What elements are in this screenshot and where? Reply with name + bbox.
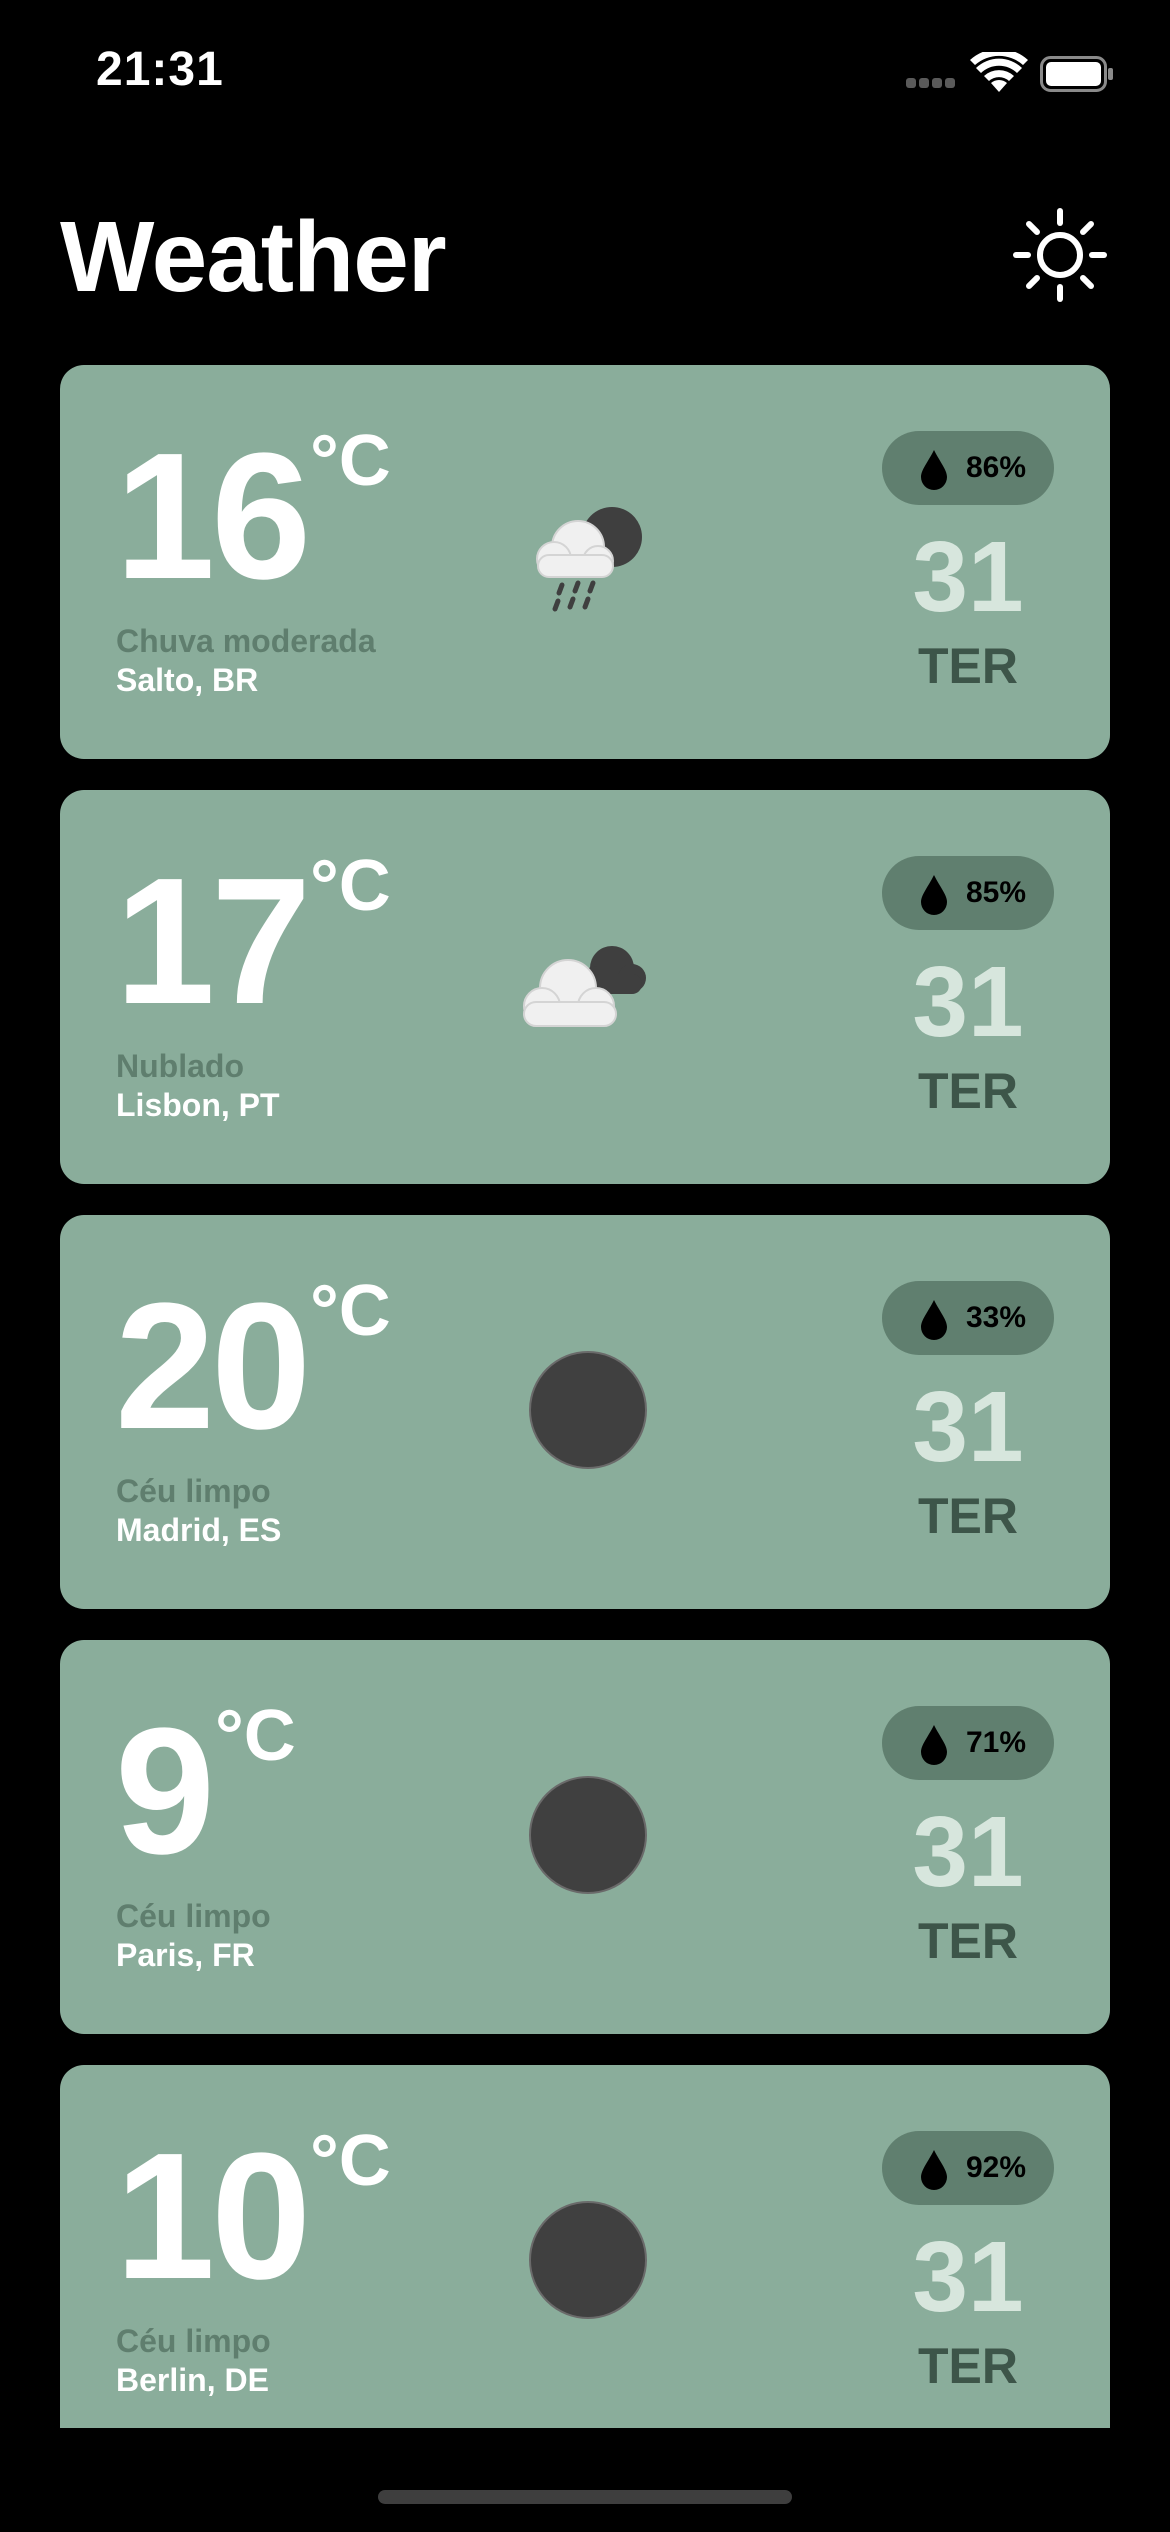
clear-night-icon — [529, 2201, 647, 2319]
rain-cloud-icon — [536, 507, 642, 612]
water-drop-icon — [921, 1300, 947, 1340]
page-title: Weather — [60, 201, 447, 313]
city-name: Lisbon, PT — [116, 1087, 280, 1123]
water-drop-icon — [921, 875, 947, 915]
weather-condition: Céu limpo — [116, 2323, 271, 2359]
water-drop-icon — [921, 2150, 947, 2190]
water-drop-icon — [921, 1725, 947, 1765]
cloudy-icon — [523, 946, 646, 1027]
water-drop-icon — [921, 450, 947, 490]
humidity-badge: 33% — [882, 1281, 1054, 1355]
cellular-signal-icon — [906, 78, 960, 92]
day-number: 31 — [912, 1796, 1024, 1908]
humidity-badge: 85% — [882, 856, 1054, 930]
humidity-value: 33% — [966, 1301, 1027, 1334]
temperature-unit: °C — [310, 846, 391, 926]
temperature-value: 9 — [115, 1691, 215, 1892]
clear-night-icon — [529, 1776, 647, 1894]
weather-condition: Chuva moderada — [116, 623, 376, 659]
weather-condition: Céu limpo — [116, 1898, 271, 1934]
weather-card[interactable]: 10 °C Céu limpo Berlin, DE 92% 31 TER — [60, 2065, 1110, 2428]
temperature-unit: °C — [310, 2121, 391, 2201]
temperature-value: 10 — [115, 2116, 311, 2317]
weather-card-list[interactable]: 16 °C Chuva moderada Salto, BR 86% 31 TE… — [60, 365, 1110, 2428]
day-name: TER — [918, 1063, 1018, 1119]
temperature-unit: °C — [310, 1271, 391, 1351]
day-number: 31 — [912, 2221, 1024, 2333]
day-number: 31 — [912, 1371, 1024, 1483]
temperature-value: 20 — [115, 1266, 311, 1467]
weather-card[interactable]: 16 °C Chuva moderada Salto, BR 86% 31 TE… — [60, 365, 1110, 759]
weather-condition: Nublado — [116, 1048, 244, 1084]
day-number: 31 — [912, 946, 1024, 1058]
humidity-badge: 92% — [882, 2131, 1054, 2205]
day-name: TER — [918, 638, 1018, 694]
temperature-value: 16 — [115, 416, 311, 617]
humidity-value: 92% — [966, 2151, 1027, 2184]
weather-condition: Céu limpo — [116, 1473, 271, 1509]
sun-icon[interactable] — [1010, 205, 1110, 305]
day-name: TER — [918, 1913, 1018, 1969]
humidity-badge: 71% — [882, 1706, 1054, 1780]
day-number: 31 — [912, 521, 1024, 633]
status-time: 21:31 — [96, 43, 224, 96]
temperature-unit: °C — [310, 421, 391, 501]
day-name: TER — [918, 1488, 1018, 1544]
city-name: Salto, BR — [116, 662, 259, 698]
city-name: Paris, FR — [116, 1937, 255, 1973]
city-name: Berlin, DE — [116, 2362, 269, 2398]
home-indicator[interactable] — [378, 2490, 792, 2504]
temperature-value: 17 — [115, 841, 311, 1042]
humidity-value: 71% — [966, 1726, 1027, 1759]
humidity-value: 85% — [966, 876, 1027, 909]
battery-icon — [1040, 56, 1113, 92]
temperature-unit: °C — [215, 1696, 296, 1776]
humidity-badge: 86% — [882, 431, 1054, 505]
weather-card[interactable]: 17 °C Nublado Lisbon, PT 85% 31 TER — [60, 790, 1110, 1184]
weather-card[interactable]: 9 °C Céu limpo Paris, FR 71% 31 TER — [60, 1640, 1110, 2034]
humidity-value: 86% — [966, 451, 1027, 484]
wifi-icon — [970, 52, 1028, 92]
city-name: Madrid, ES — [116, 1512, 282, 1548]
clear-night-icon — [529, 1351, 647, 1469]
weather-card[interactable]: 20 °C Céu limpo Madrid, ES 33% 31 TER — [60, 1215, 1110, 1609]
status-bar: 21:31 — [0, 0, 1170, 150]
day-name: TER — [918, 2338, 1018, 2394]
